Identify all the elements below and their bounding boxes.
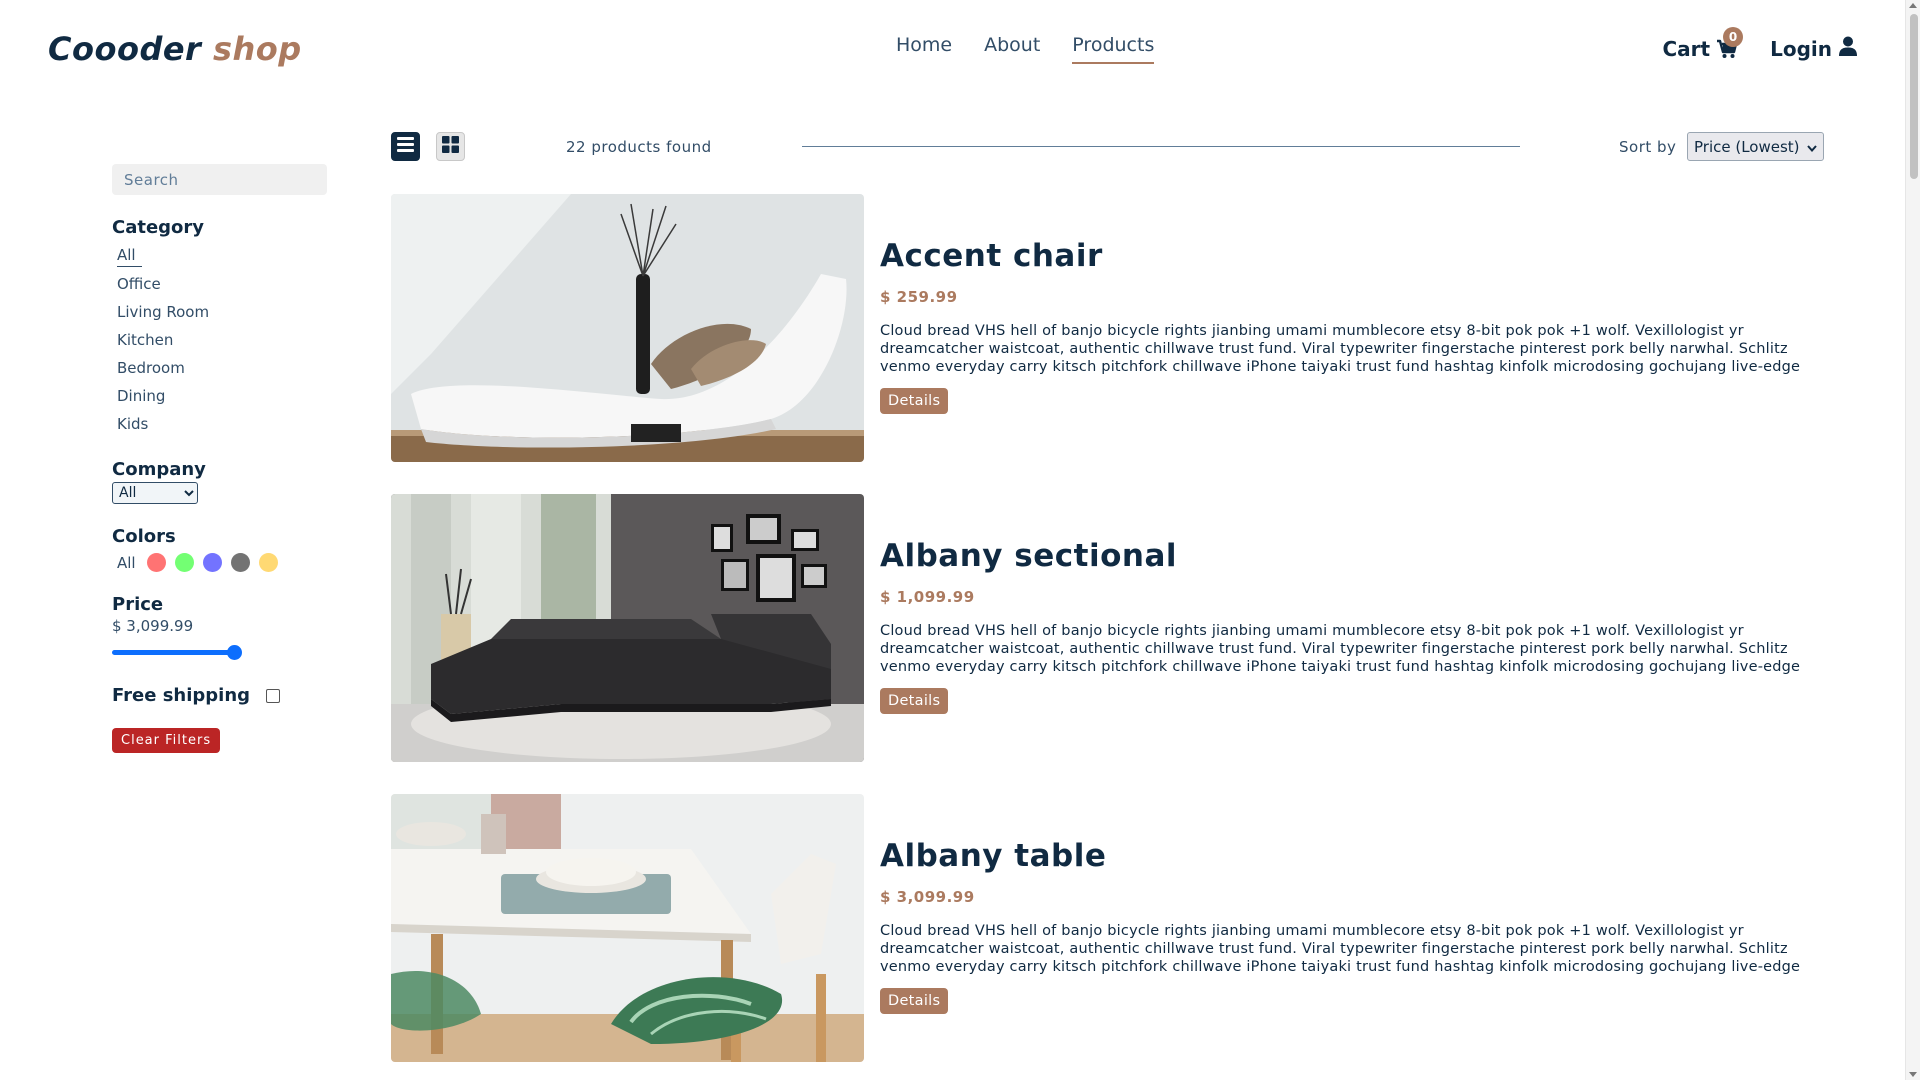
product-description: Cloud bread VHS hell of banjo bicycle ri… [880, 323, 1801, 375]
price-filter: Price $ 3,099.99 [112, 594, 332, 663]
navbar: Coooder shop Home About Products Cart 0 … [0, 0, 1920, 100]
sort-selected-value: Price (Lowest) [1694, 137, 1800, 156]
nav-actions: Cart 0 Login [1662, 26, 1858, 61]
color-all-button[interactable]: All [117, 554, 136, 572]
brand-accent: shop [212, 30, 302, 68]
company-select[interactable]: All [112, 482, 198, 504]
filters-sidebar: Category All Office Living Room Kitchen … [112, 164, 332, 753]
category-item-living-room[interactable]: Living Room [117, 301, 209, 323]
page-scrollbar[interactable] [1905, 0, 1920, 1080]
sort-label: Sort by [1619, 138, 1677, 156]
price-range-track [112, 650, 235, 655]
brand-name: Coooder [48, 30, 202, 68]
products-header: 22 products found Sort by Price (Lowest) [391, 132, 1827, 162]
user-icon [1838, 36, 1858, 61]
category-item-office[interactable]: Office [117, 273, 161, 295]
category-item-kitchen[interactable]: Kitchen [117, 329, 173, 351]
price-range-slider[interactable] [112, 643, 242, 663]
product-price: $ 3,099.99 [880, 888, 975, 906]
grid-view-icon [442, 136, 459, 157]
list-view-icon [397, 137, 414, 156]
scroll-down-arrow[interactable] [1909, 1072, 1917, 1077]
category-list: All Office Living Room Kitchen Bedroom D… [112, 244, 332, 435]
color-swatch-yellow[interactable] [258, 553, 278, 572]
colors-row: All [112, 553, 332, 572]
cart-label: Cart [1662, 36, 1711, 61]
colors-title: Colors [112, 526, 176, 547]
sort-select[interactable]: Price (Lowest) [1687, 132, 1824, 161]
details-button[interactable]: Details [880, 388, 949, 414]
chevron-down-icon [1807, 138, 1817, 156]
login-label: Login [1770, 36, 1832, 61]
search-input[interactable] [112, 164, 327, 195]
colors-filter: Colors All [112, 526, 332, 572]
main-nav: Home About Products [896, 34, 1155, 64]
product-card-albany-table: Albany table $ 3,099.99 Cloud bread VHS … [391, 794, 1831, 1064]
category-item-bedroom[interactable]: Bedroom [117, 357, 185, 379]
product-name[interactable]: Albany sectional [880, 538, 1810, 574]
product-info: Accent chair $ 259.99 Cloud bread VHS he… [880, 194, 1810, 414]
category-item-all[interactable]: All [117, 244, 142, 267]
product-info: Albany table $ 3,099.99 Cloud bread VHS … [880, 794, 1810, 1014]
free-shipping-filter: Free shipping [112, 685, 332, 706]
category-item-dining[interactable]: Dining [117, 385, 165, 407]
product-card-albany-sectional: Albany sectional $ 1,099.99 Cloud bread … [391, 494, 1831, 764]
product-image-albany-table [391, 794, 864, 1062]
cart-button[interactable]: Cart 0 [1662, 26, 1744, 61]
category-item-kids[interactable]: Kids [117, 413, 148, 435]
brand-logo[interactable]: Coooder shop [48, 30, 302, 68]
clear-filters-button[interactable]: Clear Filters [112, 728, 221, 753]
grid-view-button[interactable] [436, 132, 465, 161]
nav-link-products[interactable]: Products [1072, 34, 1155, 64]
cart-count-badge: 0 [1723, 26, 1744, 47]
product-image-albany-sectional [391, 494, 864, 762]
color-swatch-blue[interactable] [202, 553, 222, 572]
product-image-accent-chair [391, 194, 864, 462]
company-title: Company [112, 459, 206, 480]
cart-icon: 0 [1716, 26, 1744, 59]
product-card-accent-chair: Accent chair $ 259.99 Cloud bread VHS he… [391, 194, 1831, 464]
free-shipping-checkbox[interactable] [266, 688, 281, 703]
category-filter: Category All Office Living Room Kitchen … [112, 217, 332, 435]
price-value: $ 3,099.99 [112, 617, 194, 635]
product-description: Cloud bread VHS hell of banjo bicycle ri… [880, 623, 1801, 675]
scroll-thumb[interactable] [1910, 14, 1918, 179]
product-price: $ 259.99 [880, 288, 958, 306]
price-title: Price [112, 594, 164, 615]
price-range-thumb[interactable] [227, 645, 242, 660]
nav-link-about[interactable]: About [984, 34, 1040, 64]
details-button[interactable]: Details [880, 688, 949, 714]
company-filter: Company All [112, 459, 332, 504]
login-button[interactable]: Login [1770, 36, 1858, 61]
product-info: Albany sectional $ 1,099.99 Cloud bread … [880, 494, 1810, 714]
product-description: Cloud bread VHS hell of banjo bicycle ri… [880, 923, 1801, 975]
category-title: Category [112, 217, 205, 238]
scroll-up-arrow[interactable] [1909, 3, 1917, 8]
header-divider [802, 146, 1520, 147]
details-button[interactable]: Details [880, 988, 949, 1014]
product-name[interactable]: Accent chair [880, 238, 1810, 274]
color-swatch-red[interactable] [146, 553, 166, 572]
color-swatch-green[interactable] [174, 553, 194, 572]
product-name[interactable]: Albany table [880, 838, 1810, 874]
color-swatch-black[interactable] [230, 553, 250, 572]
list-view-button[interactable] [391, 132, 420, 161]
product-price: $ 1,099.99 [880, 588, 975, 606]
free-shipping-label: Free shipping [112, 685, 251, 706]
products-count: 22 products found [566, 138, 712, 156]
nav-link-home[interactable]: Home [896, 34, 952, 64]
